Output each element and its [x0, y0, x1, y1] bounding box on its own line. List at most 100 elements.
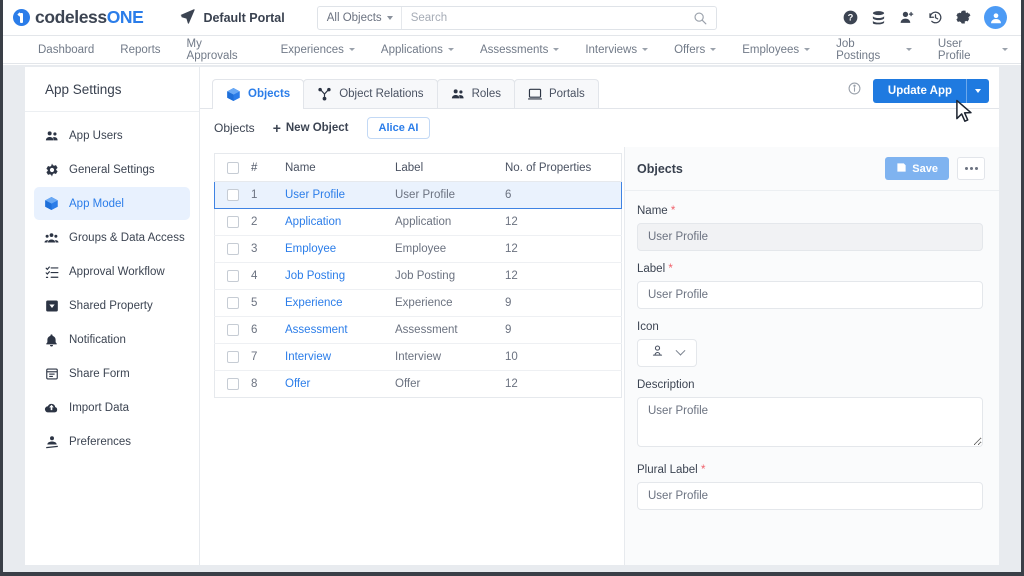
object-name-link[interactable]: Interview — [285, 351, 331, 363]
sidebar-item-label: Preferences — [69, 435, 132, 448]
sidebar-item-import-data[interactable]: Import Data — [34, 391, 190, 424]
objects-split-view: # Name Label No. of Properties 1 User Pro… — [200, 147, 999, 565]
alice-ai-button[interactable]: Alice AI — [366, 117, 431, 139]
objects-toolbar: Objects + New Object Alice AI — [200, 109, 999, 147]
menu-item-reports[interactable]: Reports — [107, 36, 173, 63]
row-checkbox[interactable] — [227, 297, 239, 309]
menu-item-offers[interactable]: Offers — [661, 36, 729, 63]
col-header-name[interactable]: Name — [279, 153, 389, 182]
col-header-properties[interactable]: No. of Properties — [499, 153, 622, 182]
object-detail-panel: Objects Save Name * User Profile Label *… — [624, 147, 999, 565]
object-name-link[interactable]: User Profile — [285, 189, 345, 201]
chevron-down-icon — [386, 15, 393, 20]
portal-selector[interactable]: Default Portal — [179, 7, 285, 29]
search-bar: All Objects — [316, 5, 717, 30]
menu-item-interviews[interactable]: Interviews — [572, 36, 661, 63]
icon-select[interactable] — [637, 339, 697, 367]
object-name-link[interactable]: Employee — [285, 243, 336, 255]
plural-label-input[interactable] — [637, 482, 983, 510]
table-header: # Name Label No. of Properties — [214, 153, 622, 182]
menu-item-label: Experiences — [280, 43, 344, 56]
sidebar-item-general-settings[interactable]: General Settings — [34, 153, 190, 186]
sidebar-item-approval-workflow[interactable]: Approval Workflow — [34, 255, 190, 288]
dot-icon — [964, 167, 968, 170]
more-options-button[interactable] — [957, 157, 985, 180]
table-row[interactable]: 1 User Profile User Profile 6 — [214, 181, 622, 209]
sidebar-item-shared-property[interactable]: Shared Property — [34, 289, 190, 322]
description-textarea[interactable] — [637, 397, 983, 447]
sidebar-item-label: Share Form — [69, 367, 130, 380]
label-label-text: Label — [637, 263, 666, 275]
object-name-link[interactable]: Job Posting — [285, 270, 345, 282]
row-name-cell: User Profile — [279, 181, 389, 209]
row-checkbox[interactable] — [227, 189, 239, 201]
row-checkbox[interactable] — [227, 324, 239, 336]
search-input[interactable] — [401, 6, 693, 29]
save-label: Save — [912, 162, 938, 175]
row-checkbox[interactable] — [227, 378, 239, 390]
menu-item-experiences[interactable]: Experiences — [268, 36, 368, 63]
row-select-cell — [214, 208, 245, 236]
settings-icon[interactable] — [956, 10, 971, 25]
new-object-button[interactable]: + New Object — [273, 121, 349, 135]
help-icon[interactable]: ? — [843, 10, 858, 25]
preferences-icon — [44, 435, 59, 449]
row-checkbox[interactable] — [227, 243, 239, 255]
tab-objects[interactable]: Objects — [212, 79, 305, 109]
menu-item-dashboard[interactable]: Dashboard — [25, 36, 107, 63]
tab-bar: Objects Object Relations Roles Portals Upda… — [200, 67, 999, 109]
menu-item-user-profile[interactable]: User Profile — [925, 36, 1021, 63]
info-icon[interactable] — [848, 82, 861, 100]
sidebar-item-label: General Settings — [69, 163, 155, 176]
dot-icon — [969, 167, 973, 170]
table-row[interactable]: 7 Interview Interview 10 — [214, 343, 622, 371]
row-checkbox[interactable] — [227, 270, 239, 282]
avatar[interactable] — [984, 6, 1007, 29]
tab-object-relations[interactable]: Object Relations — [303, 79, 438, 108]
row-checkbox[interactable] — [227, 351, 239, 363]
database-icon[interactable] — [871, 10, 886, 25]
menu-item-assessments[interactable]: Assessments — [467, 36, 572, 63]
table-row[interactable]: 4 Job Posting Job Posting 12 — [214, 262, 622, 290]
description-field-label: Description — [637, 379, 695, 391]
table-row[interactable]: 5 Experience Experience 9 — [214, 289, 622, 317]
sidebar-item-preferences[interactable]: Preferences — [34, 425, 190, 458]
object-name-link[interactable]: Application — [285, 216, 341, 228]
col-header-label[interactable]: Label — [389, 153, 499, 182]
menu-item-label: Dashboard — [38, 43, 95, 56]
select-all-checkbox[interactable] — [227, 161, 239, 174]
object-name-link[interactable]: Assessment — [285, 324, 348, 336]
update-app-label: Update App — [887, 85, 952, 97]
sidebar-item-share-form[interactable]: Share Form — [34, 357, 190, 390]
object-name-link[interactable]: Offer — [285, 378, 310, 390]
sidebar-title: App Settings — [25, 67, 199, 112]
sidebar-item-label: App Model — [69, 197, 124, 210]
row-label: User Profile — [389, 181, 499, 209]
tab-roles[interactable]: Roles — [436, 79, 515, 108]
object-name-link[interactable]: Experience — [285, 297, 343, 309]
field-label: Label * — [637, 263, 983, 309]
tab-portals[interactable]: Portals — [513, 79, 599, 108]
sidebar-item-notification[interactable]: Notification — [34, 323, 190, 356]
menu-item-applications[interactable]: Applications — [368, 36, 467, 63]
name-input[interactable] — [637, 223, 983, 251]
table-row[interactable]: 3 Employee Employee 12 — [214, 235, 622, 263]
table-row[interactable]: 2 Application Application 12 — [214, 208, 622, 236]
sidebar-item-app-users[interactable]: App Users — [34, 119, 190, 152]
sidebar-item-groups-data-access[interactable]: Groups & Data Access — [34, 221, 190, 254]
search-icon[interactable] — [693, 11, 716, 25]
col-header-num[interactable]: # — [245, 153, 279, 182]
row-checkbox[interactable] — [227, 216, 239, 228]
sidebar-item-app-model[interactable]: App Model — [34, 187, 190, 220]
table-row[interactable]: 6 Assessment Assessment 9 — [214, 316, 622, 344]
table-row[interactable]: 8 Offer Offer 12 — [214, 370, 622, 398]
search-scope-select[interactable]: All Objects — [318, 6, 402, 29]
menu-item-job-postings[interactable]: Job Postings — [823, 36, 925, 63]
add-user-icon[interactable] — [899, 10, 915, 25]
menu-item-employees[interactable]: Employees — [729, 36, 823, 63]
label-input[interactable] — [637, 281, 983, 309]
brand-logo[interactable]: codelessONE — [13, 7, 144, 28]
history-icon[interactable] — [928, 10, 943, 25]
save-button[interactable]: Save — [885, 157, 949, 180]
menu-item-my-approvals[interactable]: My Approvals — [174, 36, 268, 63]
